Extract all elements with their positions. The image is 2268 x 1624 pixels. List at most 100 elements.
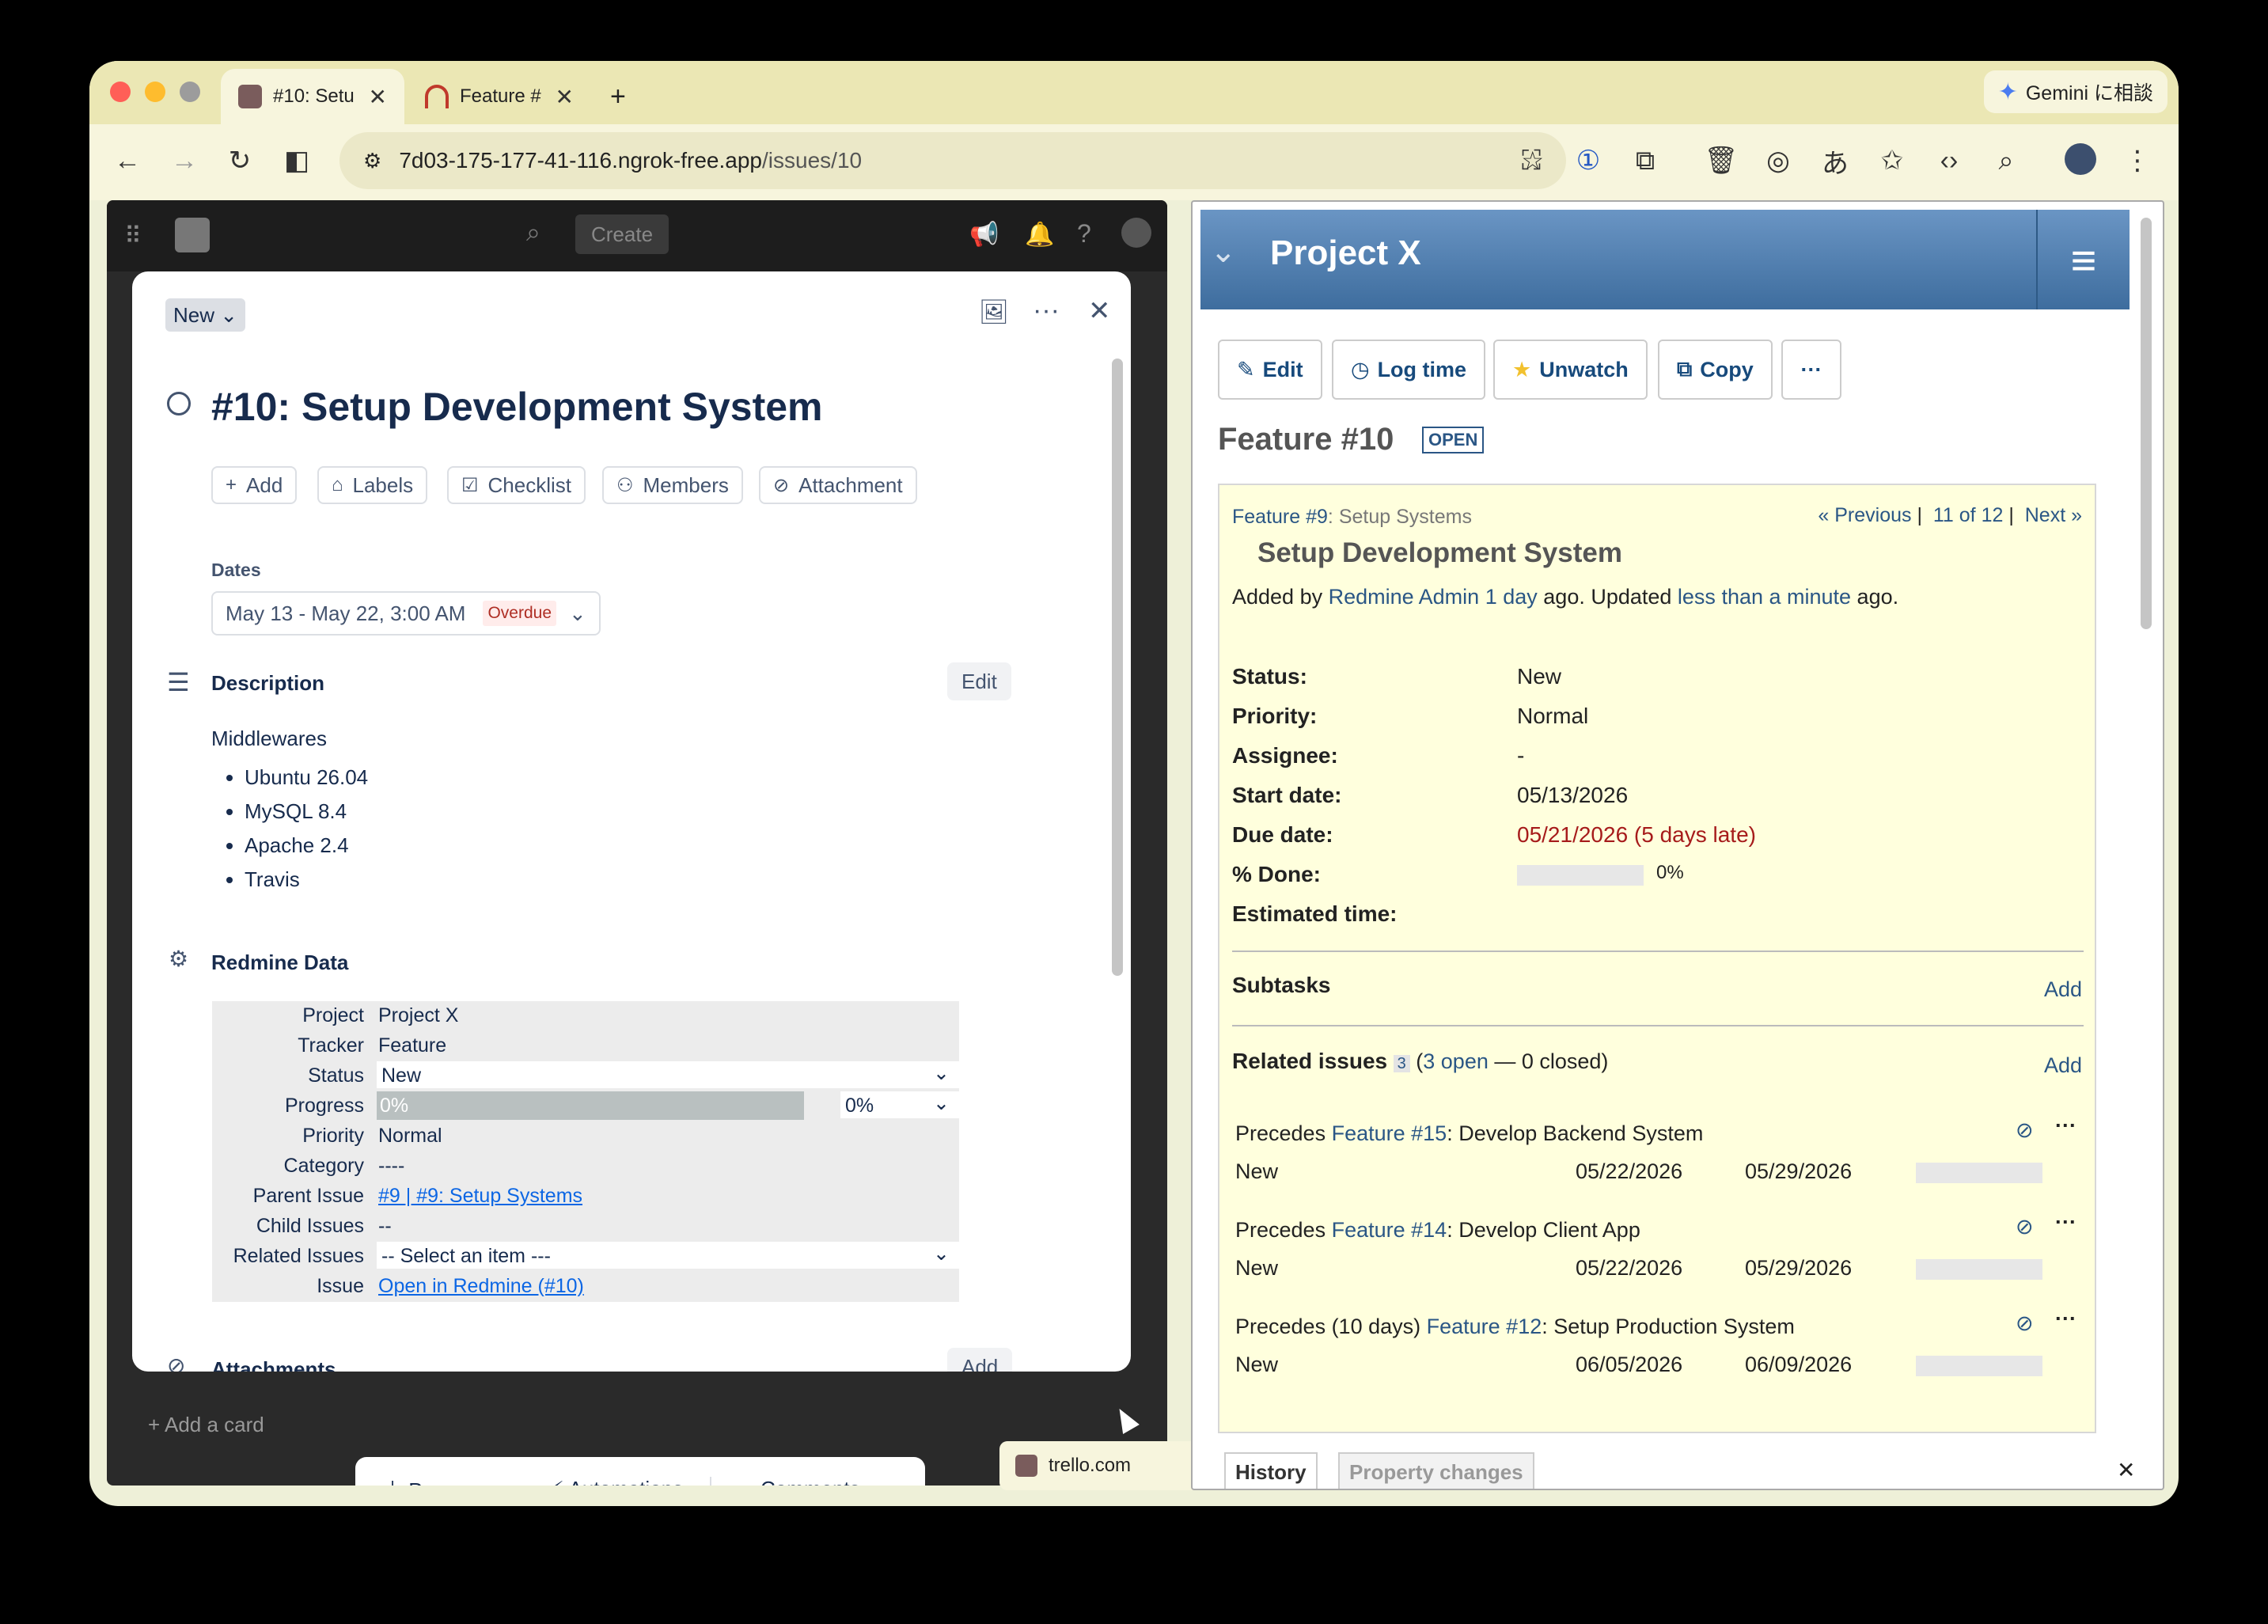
add-relation-link[interactable]: Add bbox=[2044, 1053, 2082, 1078]
tab-property-changes[interactable]: Property changes bbox=[1338, 1452, 1534, 1489]
menu-dots-icon[interactable]: ⋮ bbox=[2120, 143, 2155, 178]
password-manager-icon[interactable]: ① bbox=[1571, 143, 1606, 178]
extensions-icon[interactable]: ⧉ bbox=[1628, 143, 1663, 178]
next-link[interactable]: Next » bbox=[2025, 504, 2082, 526]
page-scrollbar[interactable] bbox=[2141, 218, 2152, 629]
close-tab-icon[interactable]: ✕ bbox=[556, 84, 574, 110]
more-actions-icon[interactable]: ··· bbox=[1033, 295, 1060, 326]
search-icon[interactable]: ⌕ bbox=[526, 218, 540, 248]
progress-select[interactable]: 0% ⌄ bbox=[840, 1091, 959, 1118]
cover-image-icon[interactable]: 🖼 bbox=[979, 298, 1009, 326]
automations-button[interactable]: ⚡ Automations bbox=[550, 1477, 684, 1486]
checklist-button[interactable]: ☑ Checklist bbox=[447, 466, 586, 504]
relation-progress-bar bbox=[1916, 1259, 2042, 1280]
card-title[interactable]: #10: Setup Development System bbox=[211, 384, 823, 430]
favorites-icon[interactable]: ✩ bbox=[1875, 143, 1910, 178]
relation-status: New bbox=[1235, 1159, 1279, 1183]
open-in-redmine-link[interactable]: Open in Redmine (#10) bbox=[378, 1275, 584, 1298]
split-view-icon[interactable]: ◧ bbox=[279, 143, 314, 178]
relation-more-icon[interactable]: ··· bbox=[2055, 1210, 2076, 1235]
close-modal-icon[interactable]: ✕ bbox=[1088, 295, 1111, 327]
camera-icon[interactable]: ◎ bbox=[1761, 143, 1796, 178]
done-value: 0% bbox=[1656, 862, 1684, 883]
unwatch-button[interactable]: ★ Unwatch bbox=[1493, 340, 1648, 400]
attachment-button[interactable]: ⊘ Attachment bbox=[759, 466, 917, 504]
field-label: % Done: bbox=[1232, 862, 1321, 886]
help-icon[interactable]: ? bbox=[1077, 219, 1091, 249]
add-attachment-button[interactable]: Add bbox=[947, 1348, 1013, 1372]
status-dropdown[interactable]: New ⌄ bbox=[165, 298, 246, 332]
close-panel-icon[interactable]: ✕ bbox=[2117, 1457, 2135, 1483]
modal-scrollbar[interactable] bbox=[1112, 359, 1123, 976]
forward-icon[interactable]: → bbox=[167, 143, 202, 178]
labels-button[interactable]: ⌂ Labels bbox=[317, 466, 428, 504]
trello-logo[interactable] bbox=[175, 218, 210, 252]
author-link[interactable]: Redmine Admin bbox=[1329, 585, 1480, 609]
tab-redmine[interactable]: Feature # ✕ bbox=[408, 69, 591, 124]
more-actions-button[interactable]: ··· bbox=[1781, 340, 1841, 400]
edit-button[interactable]: ✎ Edit bbox=[1218, 340, 1322, 400]
add-subtask-link[interactable]: Add bbox=[2044, 977, 2082, 1002]
related-open-link[interactable]: 3 open bbox=[1423, 1049, 1489, 1073]
unlink-icon[interactable]: ⊘ bbox=[2016, 1311, 2034, 1336]
unlink-icon[interactable]: ⊘ bbox=[2016, 1118, 2034, 1143]
megaphone-icon[interactable]: 📢 bbox=[969, 221, 999, 249]
relation-more-icon[interactable]: ··· bbox=[2055, 1114, 2076, 1138]
parent-issue-link[interactable]: #9 | #9: Setup Systems bbox=[378, 1185, 582, 1208]
trash-icon[interactable]: 🗑 bbox=[1704, 143, 1739, 178]
address-bar[interactable]: ⚙ 7d03-175-177-41-116.ngrok-free.app/iss… bbox=[339, 132, 1566, 189]
status-select[interactable]: New ⌄ bbox=[377, 1061, 959, 1088]
zoom-window-button[interactable] bbox=[180, 82, 200, 102]
priority-value: Normal bbox=[1517, 704, 1589, 728]
notifications-icon[interactable]: 🔔 bbox=[1025, 221, 1054, 249]
app-switcher-icon[interactable]: ⠿ bbox=[124, 222, 142, 250]
unlink-icon[interactable]: ⊘ bbox=[2016, 1215, 2034, 1239]
checkbox-icon: ☑ bbox=[461, 474, 479, 496]
copy-button[interactable]: ⧉ Copy bbox=[1658, 340, 1773, 400]
added-ago-link[interactable]: 1 day bbox=[1485, 585, 1538, 609]
reading-list-icon[interactable]: ⌕ bbox=[1989, 143, 2023, 178]
minimize-window-button[interactable] bbox=[145, 82, 165, 102]
relation-more-icon[interactable]: ··· bbox=[2055, 1307, 2076, 1331]
members-button[interactable]: ⚇ Members bbox=[602, 466, 743, 504]
translate-icon[interactable]: あ bbox=[1818, 143, 1853, 179]
related-issues-header: Related issues 3 (3 open — 0 closed) bbox=[1232, 1049, 1609, 1073]
reload-icon[interactable]: ↻ bbox=[222, 143, 257, 178]
trello-header: ⠿ ⌕ Create 📢 🔔 ? bbox=[107, 200, 1167, 271]
tab-trello[interactable]: #10: Setu ✕ bbox=[221, 69, 404, 124]
paperclip-icon: ⊘ bbox=[773, 474, 790, 496]
site-info-icon[interactable]: ⚙ bbox=[363, 149, 381, 173]
close-window-button[interactable] bbox=[110, 82, 131, 102]
updated-ago-link[interactable]: less than a minute bbox=[1678, 585, 1851, 609]
related-issues-select[interactable]: -- Select an item --- ⌄ bbox=[377, 1242, 959, 1269]
dates-dropdown[interactable]: May 13 - May 22, 3:00 AM Overdue ⌄ bbox=[211, 591, 601, 636]
add-button[interactable]: + Add bbox=[211, 466, 298, 504]
new-tab-button[interactable]: + bbox=[601, 69, 635, 124]
parent-issue-link[interactable]: Feature #9 bbox=[1232, 506, 1328, 528]
close-tab-icon[interactable]: ✕ bbox=[369, 84, 387, 110]
screenshot-icon[interactable]: ⛶ bbox=[1514, 143, 1549, 178]
profile-avatar[interactable] bbox=[2065, 143, 2096, 175]
hamburger-menu-icon[interactable]: ≡ bbox=[2036, 210, 2130, 309]
issue-details-box: Feature #9: Setup Systems « Previous | 1… bbox=[1218, 484, 2096, 1433]
comments-button[interactable]: ▭ Comments bbox=[710, 1476, 860, 1486]
description-intro: Middlewares bbox=[211, 727, 327, 750]
create-button[interactable]: Create bbox=[575, 214, 669, 254]
powerups-button[interactable]: ⏚ Power-ups bbox=[382, 1474, 507, 1486]
related-issue-link[interactable]: Feature #14 bbox=[1332, 1218, 1447, 1242]
related-issue-link[interactable]: Feature #15 bbox=[1332, 1121, 1447, 1145]
tab-history[interactable]: History bbox=[1224, 1452, 1318, 1489]
account-avatar[interactable] bbox=[1121, 218, 1151, 248]
back-icon[interactable]: ← bbox=[110, 143, 145, 178]
previous-link[interactable]: « Previous bbox=[1818, 504, 1911, 526]
devtools-icon[interactable]: ‹› bbox=[1932, 143, 1966, 178]
progress-bar[interactable]: 0% bbox=[377, 1091, 804, 1120]
log-time-button[interactable]: ◷ Log time bbox=[1332, 340, 1486, 400]
comment-icon: ▭ bbox=[735, 1477, 755, 1486]
related-issue-link[interactable]: Feature #12 bbox=[1427, 1315, 1542, 1338]
add-card-button[interactable]: + Add a card bbox=[148, 1413, 264, 1437]
gemini-button[interactable]: ✦ Gemini に相談 bbox=[1983, 70, 2167, 113]
collapse-chevron-icon[interactable]: ⌄ bbox=[1210, 233, 1237, 270]
complete-checkbox[interactable] bbox=[167, 392, 191, 415]
edit-description-button[interactable]: Edit bbox=[947, 662, 1011, 700]
